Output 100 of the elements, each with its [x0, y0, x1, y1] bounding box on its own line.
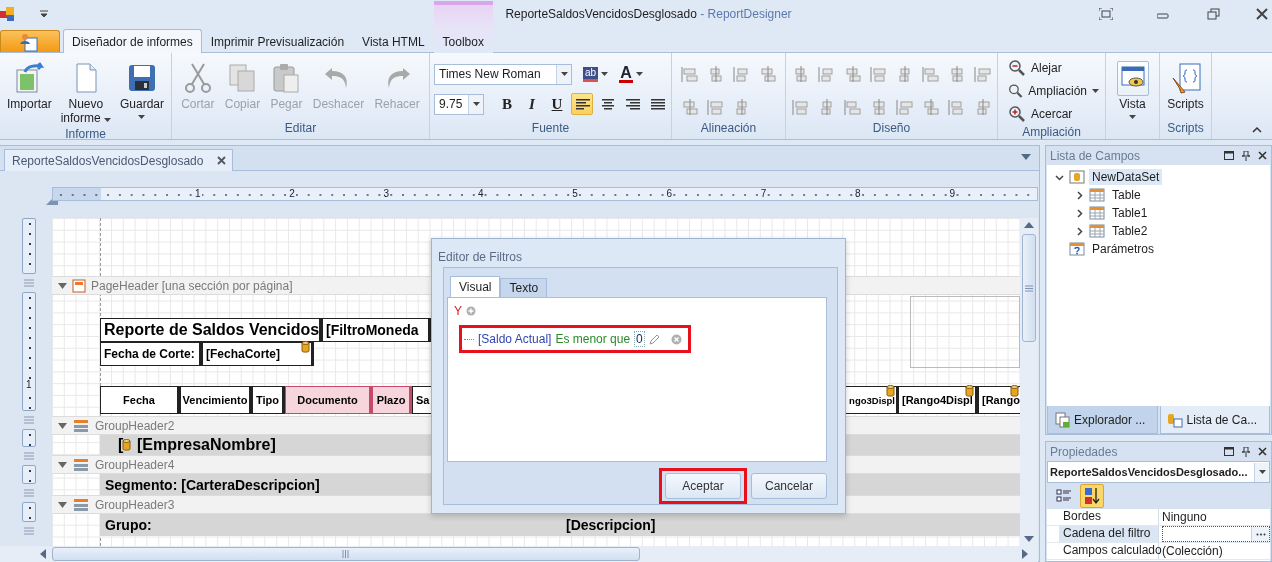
font-style-button[interactable]: B — [496, 93, 518, 115]
database-icon — [886, 385, 895, 397]
ruler-grip-icon — [24, 489, 34, 497]
tree-item[interactable]: Table1 — [1109, 205, 1151, 221]
ribbon-tab[interactable]: Vista HTML — [353, 29, 434, 53]
expand-triangle-icon[interactable] — [58, 500, 67, 509]
sort-arrow-icon — [1084, 487, 1100, 505]
condition-value[interactable]: 0 — [634, 331, 645, 347]
tree-item[interactable]: Parámetros — [1089, 241, 1158, 257]
add-circle-icon[interactable] — [466, 306, 476, 316]
report-label: [Rango — [978, 386, 1020, 414]
float-window-icon[interactable] — [1224, 447, 1234, 456]
ribbon-button[interactable]: Vista — [1113, 57, 1152, 125]
expand-triangle-icon[interactable] — [58, 460, 67, 469]
ellipsis-button[interactable] — [1251, 527, 1269, 541]
layout-icon[interactable] — [843, 65, 862, 83]
pin-icon[interactable] — [1242, 446, 1250, 457]
database-icon — [301, 341, 310, 353]
zoom-out-icon — [1008, 59, 1026, 77]
remove-circle-icon[interactable] — [670, 333, 682, 345]
table-icon — [1089, 205, 1105, 221]
zoom-button[interactable]: Alejar — [1006, 57, 1101, 79]
zoom-button[interactable]: Acercar — [1006, 103, 1101, 125]
group-label: Informe — [64, 127, 107, 141]
document-tab[interactable]: ReporteSaldosVencidosDesglosado — [4, 149, 234, 171]
collapse-ribbon-icon[interactable] — [1252, 126, 1262, 133]
group-label: Scripts — [1166, 121, 1205, 137]
group-label: Editar — [283, 121, 318, 137]
scroll-right-icon[interactable] — [1022, 549, 1028, 559]
group-label: Alineación — [699, 121, 758, 137]
report-label: Plazo — [372, 386, 412, 414]
close-icon[interactable] — [1256, 8, 1268, 20]
tree-item[interactable]: Table — [1109, 187, 1144, 203]
scroll-down-icon[interactable] — [1024, 536, 1034, 542]
fullscreen-icon[interactable] — [1099, 8, 1113, 20]
ribbon-tab[interactable]: Diseñador de informes — [63, 29, 202, 53]
window-eye-icon — [1116, 60, 1149, 96]
align-icon[interactable] — [758, 65, 777, 83]
text-align-icon — [574, 96, 590, 112]
font-size-combo[interactable]: 9.75 — [434, 93, 484, 115]
ribbon-tab[interactable]: Imprimir Previsualización — [201, 29, 354, 53]
close-icon[interactable] — [1258, 151, 1267, 160]
zoom-button[interactable]: Ampliación — [1006, 80, 1101, 102]
horizontal-scrollbar[interactable] — [0, 546, 1038, 562]
scroll-left-icon[interactable] — [40, 549, 46, 559]
panel-tab[interactable]: Lista de Ca... — [1159, 406, 1270, 434]
property-value[interactable]: Ninguno — [1162, 510, 1207, 524]
ruler-segment — [22, 429, 36, 447]
float-window-icon[interactable] — [1224, 151, 1234, 160]
align-button[interactable] — [571, 93, 593, 115]
ribbon-button[interactable]: Guardar — [116, 57, 167, 125]
property-value[interactable]: (Colección) — [1162, 544, 1223, 558]
layout-icon[interactable] — [921, 98, 940, 116]
scrollbar-thumb[interactable] — [52, 547, 640, 561]
tree-item[interactable]: NewDataSet — [1089, 169, 1163, 185]
expand-triangle-icon[interactable] — [58, 421, 67, 430]
group-operator[interactable]: Y — [454, 304, 462, 318]
dialog-button[interactable]: Cancelar — [751, 473, 827, 499]
ribbon-tab[interactable]: Toolbox — [433, 29, 493, 53]
close-icon[interactable] — [1258, 447, 1267, 456]
database-icon — [1010, 385, 1019, 397]
close-icon[interactable] — [217, 156, 227, 165]
dialog-button[interactable]: Aceptar — [665, 473, 741, 499]
quick-access-caret-icon[interactable] — [40, 10, 48, 18]
font-color-button[interactable]: A — [617, 63, 645, 85]
tab-menu-icon[interactable] — [1021, 154, 1031, 160]
ribbon-button[interactable]: Scripts — [1164, 57, 1207, 113]
ruler-number: 5 — [571, 188, 579, 200]
object-selector[interactable]: ReporteSaldosVencidosDesglosado... — [1047, 461, 1270, 483]
report-label: Vencimiento — [180, 386, 252, 414]
restore-icon[interactable] — [1207, 7, 1220, 21]
condition-operator[interactable]: Es menor que — [555, 332, 631, 346]
alphabetical-sort-button[interactable] — [1080, 484, 1104, 508]
vertical-scrollbar[interactable] — [1020, 218, 1038, 546]
font-name-combo[interactable]: Times New Roman — [434, 63, 572, 85]
dialog-tab[interactable]: Visual — [450, 276, 501, 297]
ribbon-button[interactable]: Importar — [4, 57, 55, 113]
scrollbar-thumb[interactable] — [1022, 234, 1036, 342]
pin-icon[interactable] — [1242, 150, 1250, 161]
align-icon[interactable] — [680, 98, 699, 116]
panel-tab[interactable]: Explorador ... — [1047, 406, 1158, 434]
file-menu-button[interactable] — [0, 30, 60, 52]
property-value-field[interactable] — [1162, 526, 1270, 542]
scroll-up-icon[interactable] — [1024, 222, 1034, 228]
report-label: [EmpresaNombre] — [136, 435, 277, 455]
font-style-button[interactable]: U — [546, 93, 568, 115]
property-name[interactable]: Cadena del filtro — [1059, 526, 1159, 542]
app-icon[interactable] — [0, 6, 16, 22]
condition-field[interactable]: [Saldo Actual] — [478, 332, 552, 346]
ruler-segment — [22, 465, 36, 484]
tree-item[interactable]: Table2 — [1109, 223, 1151, 239]
ribbon-button[interactable]: Nuevo informe — [54, 57, 117, 127]
dialog-tab[interactable]: Texto — [500, 278, 548, 297]
table-icon — [1089, 223, 1105, 239]
font-style-button[interactable]: I — [521, 93, 543, 115]
pencil-icon[interactable] — [648, 333, 660, 345]
report-label: Documento — [285, 386, 372, 414]
expand-triangle-icon[interactable] — [58, 281, 67, 290]
highlight-color-button[interactable]: ab — [581, 63, 611, 85]
group-label: Diseño — [871, 121, 912, 137]
